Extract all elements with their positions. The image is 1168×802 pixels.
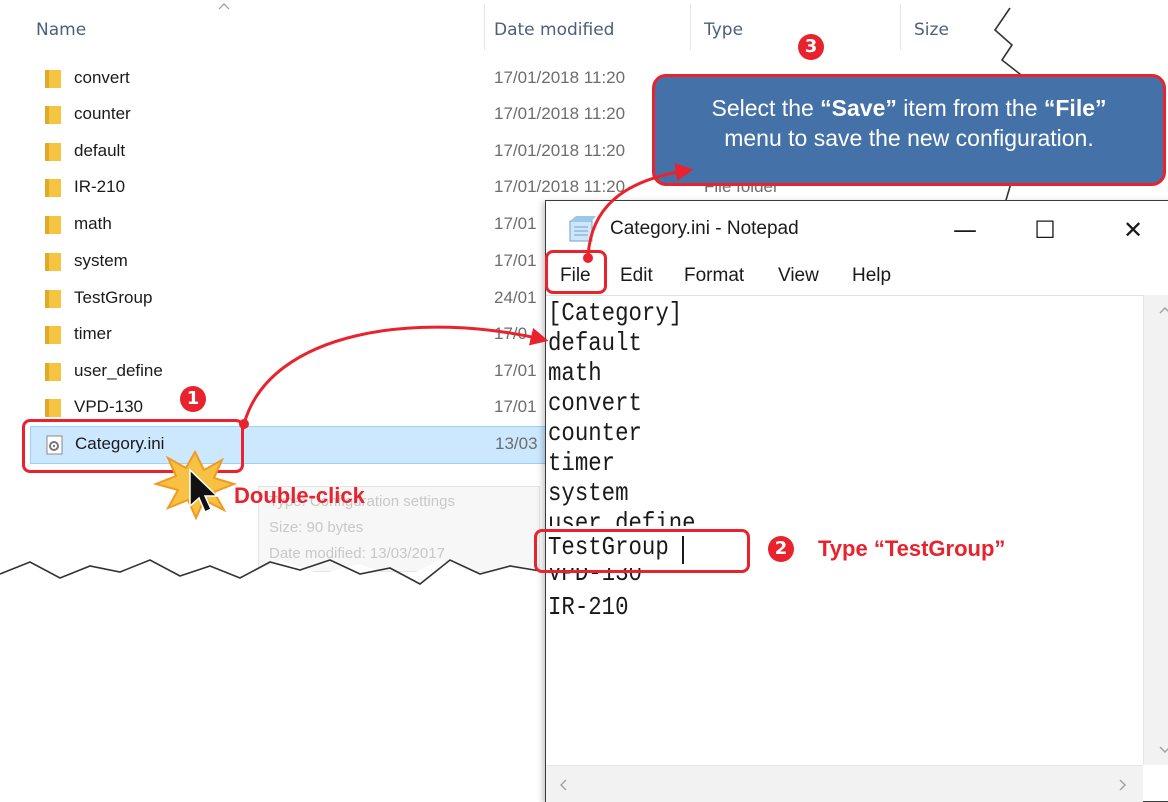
arrow-to-callout bbox=[586, 163, 694, 259]
scroll-left-icon[interactable] bbox=[558, 778, 568, 792]
scroll-right-icon[interactable] bbox=[1118, 778, 1128, 792]
arrow-origin-dot bbox=[239, 419, 249, 429]
arrow-origin-dot bbox=[583, 253, 593, 263]
annotation-arrows bbox=[152, 163, 694, 521]
arrow-to-notepad bbox=[242, 325, 549, 425]
